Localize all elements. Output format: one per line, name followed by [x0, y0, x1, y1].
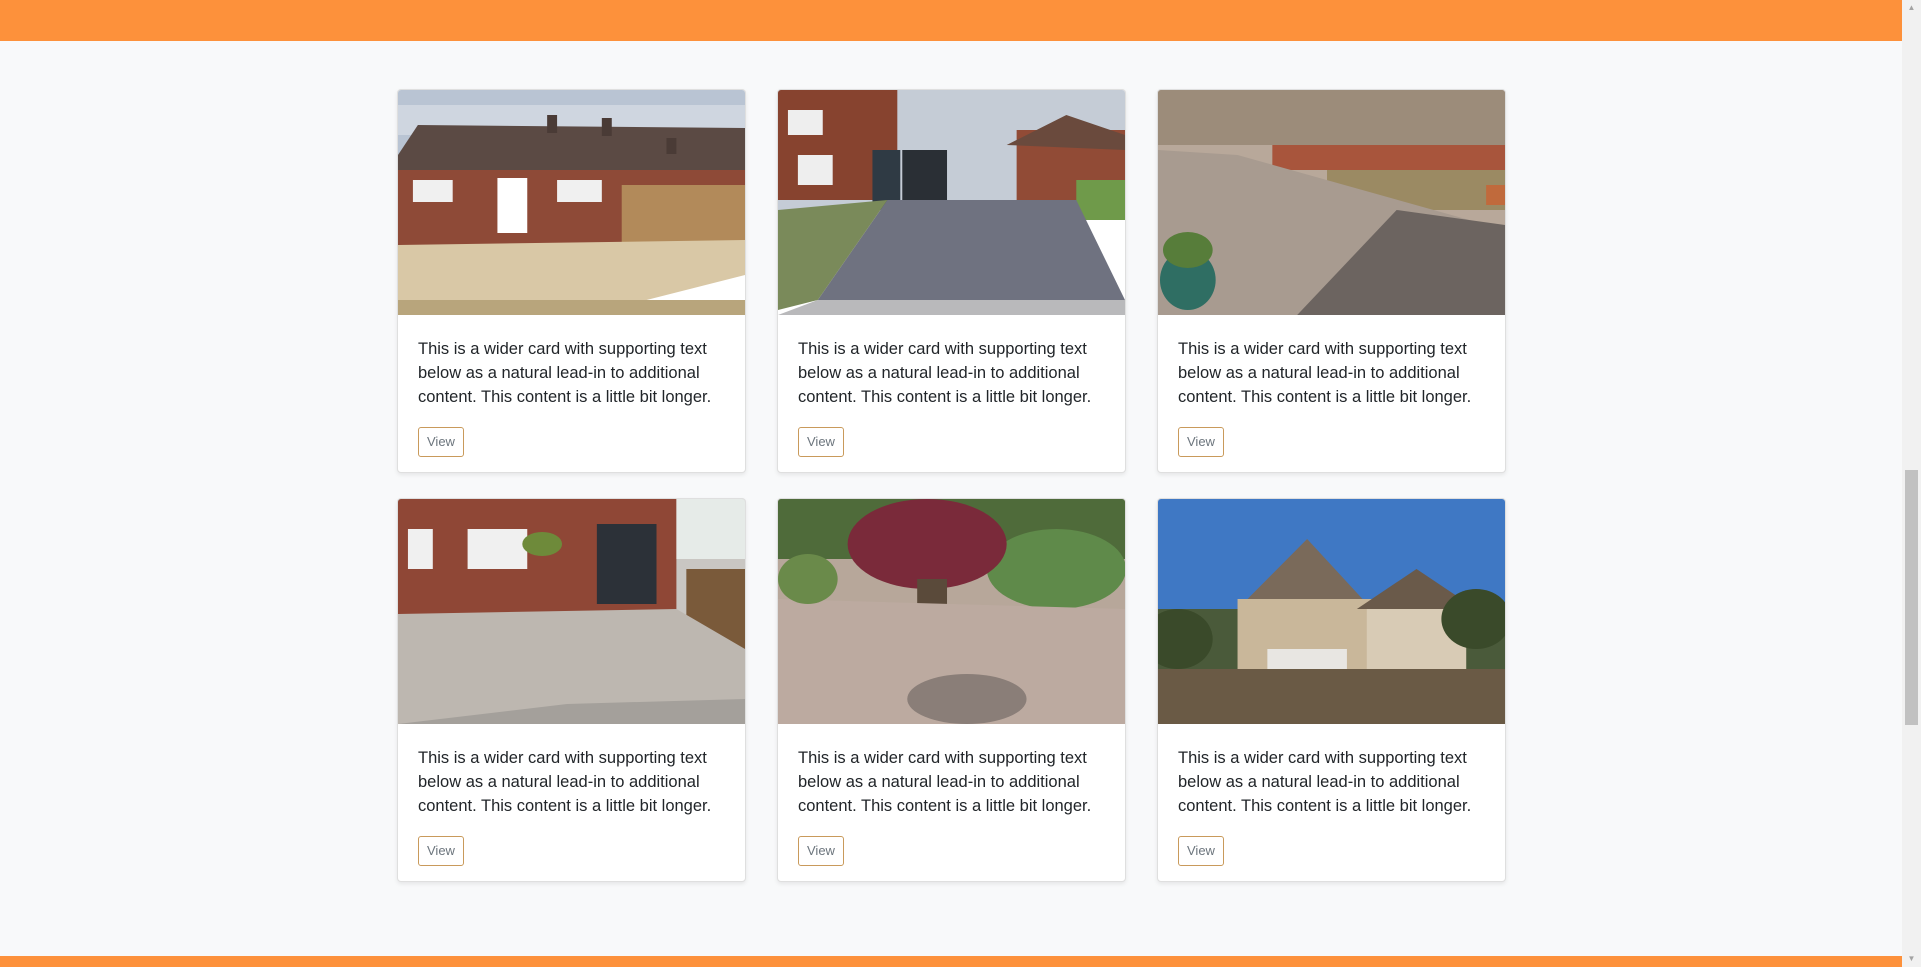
scroll-up-icon[interactable]: ▲	[1902, 0, 1921, 16]
card-image	[1158, 499, 1505, 724]
view-button[interactable]: View	[1178, 427, 1224, 457]
card: This is a wider card with supporting tex…	[1157, 498, 1506, 882]
card-grid: This is a wider card with supporting tex…	[397, 89, 1507, 882]
footer-bar	[0, 956, 1902, 967]
card-text: This is a wider card with supporting tex…	[1178, 749, 1472, 815]
view-button[interactable]: View	[798, 427, 844, 457]
card: This is a wider card with supporting tex…	[1157, 89, 1506, 473]
card-image	[398, 90, 745, 315]
card: This is a wider card with supporting tex…	[777, 89, 1126, 473]
view-button[interactable]: View	[418, 836, 464, 866]
card-image	[778, 499, 1125, 724]
view-button[interactable]: View	[418, 427, 464, 457]
card-text: This is a wider card with supporting tex…	[798, 749, 1092, 815]
view-button[interactable]: View	[798, 836, 844, 866]
card: This is a wider card with supporting tex…	[397, 89, 746, 473]
scrollbar-thumb[interactable]	[1905, 470, 1918, 725]
card-text: This is a wider card with supporting tex…	[418, 749, 712, 815]
header-bar	[0, 0, 1902, 41]
card-text: This is a wider card with supporting tex…	[418, 340, 712, 406]
card: This is a wider card with supporting tex…	[777, 498, 1126, 882]
vertical-scrollbar[interactable]: ▲ ▼	[1902, 0, 1921, 967]
scroll-down-icon[interactable]: ▼	[1902, 951, 1921, 967]
card-image	[1158, 90, 1505, 315]
card: This is a wider card with supporting tex…	[397, 498, 746, 882]
card-text: This is a wider card with supporting tex…	[798, 340, 1092, 406]
card-text: This is a wider card with supporting tex…	[1178, 340, 1472, 406]
view-button[interactable]: View	[1178, 836, 1224, 866]
card-image	[778, 90, 1125, 315]
card-image	[398, 499, 745, 724]
